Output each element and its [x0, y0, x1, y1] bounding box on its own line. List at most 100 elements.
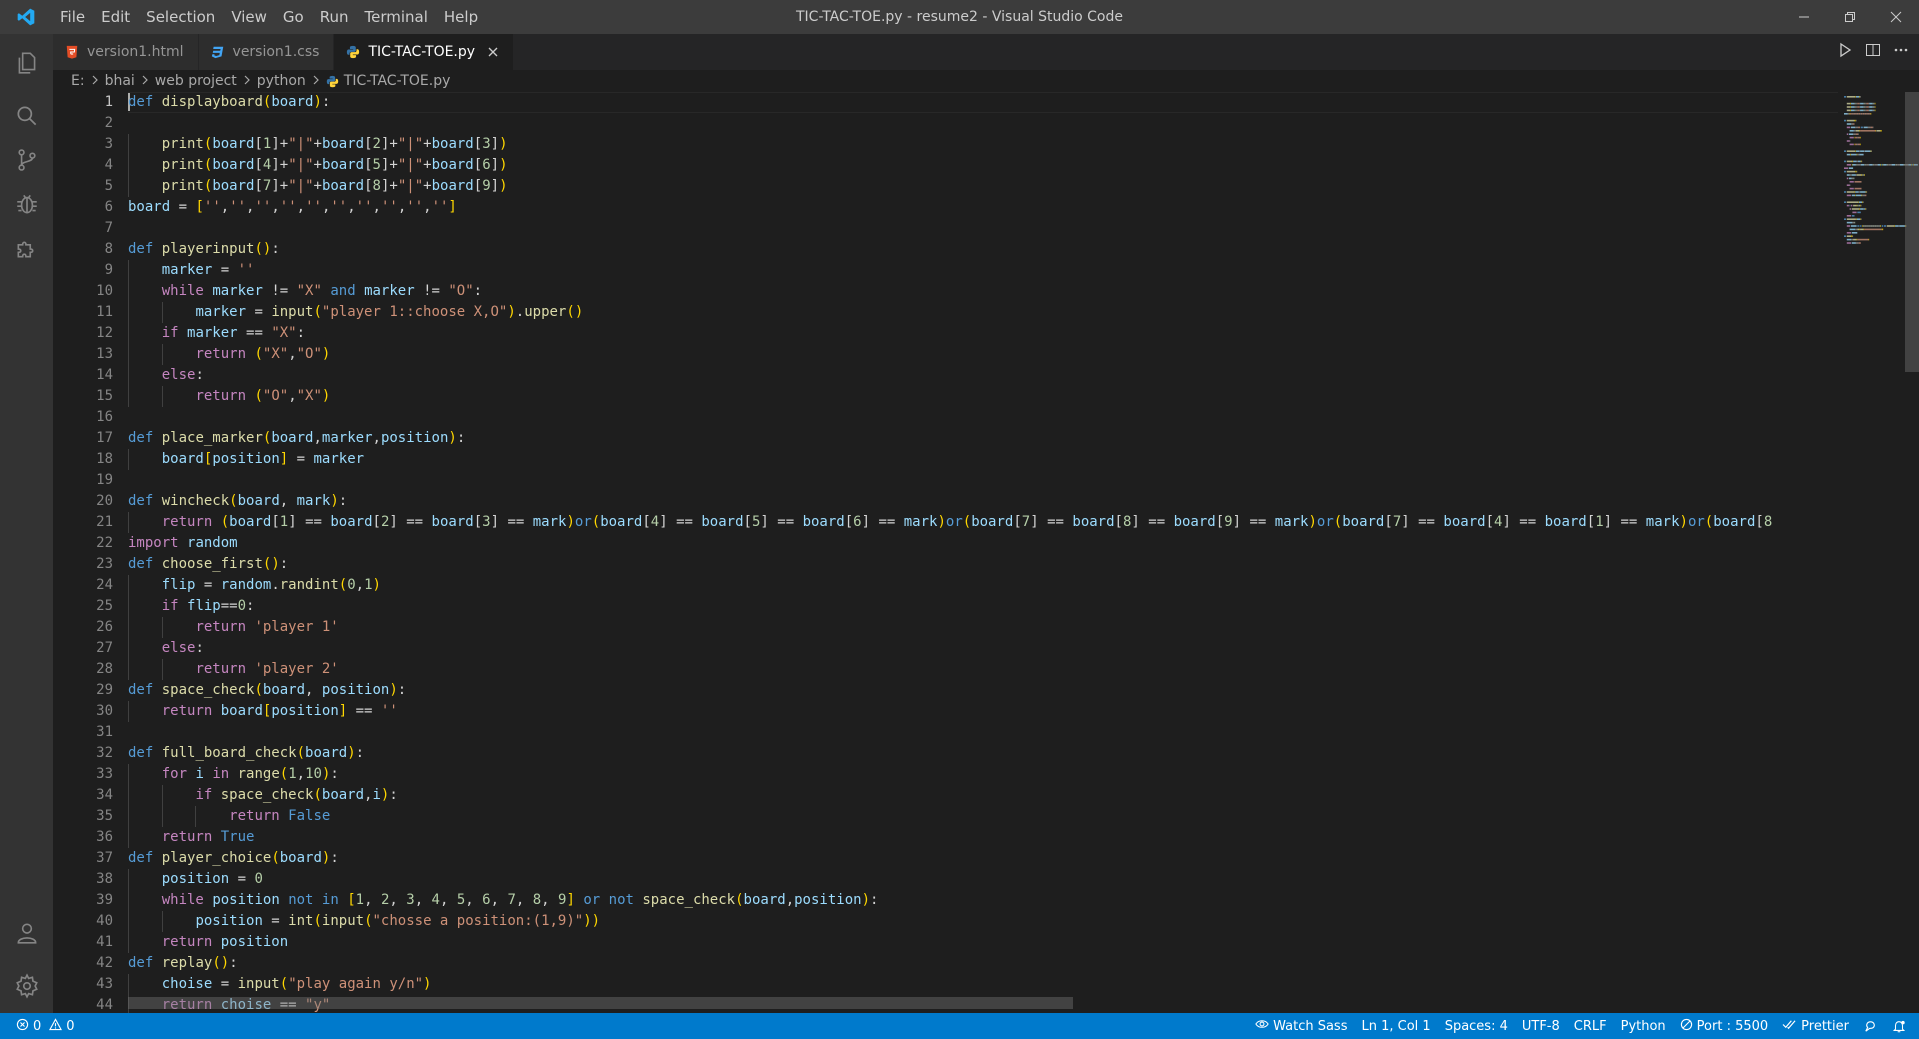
- code-line[interactable]: return 'player 1': [128, 617, 1838, 638]
- menu-item-file[interactable]: File: [52, 0, 93, 34]
- more-actions-icon[interactable]: [1893, 42, 1909, 62]
- code-line[interactable]: def wincheck(board, mark):: [128, 491, 1838, 512]
- code-line[interactable]: while position not in [1, 2, 3, 4, 5, 6,…: [128, 890, 1838, 911]
- code-line[interactable]: board = ['','','','','','','','','','']: [128, 197, 1838, 218]
- indentation-status[interactable]: Spaces: 4: [1438, 1019, 1515, 1034]
- code-line[interactable]: return ("O","X"): [128, 386, 1838, 407]
- eol-status[interactable]: CRLF: [1567, 1019, 1614, 1034]
- cursor-position[interactable]: Ln 1, Col 1: [1354, 1019, 1437, 1034]
- tab-version1-css[interactable]: version1.css: [198, 34, 335, 70]
- code-line[interactable]: marker = '': [128, 260, 1838, 281]
- horizontal-scrollbar[interactable]: [128, 997, 1073, 1009]
- code-line[interactable]: marker = input("player 1::choose X,O").u…: [128, 302, 1838, 323]
- code-line[interactable]: print(board[1]+"|"+board[2]+"|"+board[3]…: [128, 134, 1838, 155]
- minimap-mark: [1860, 204, 1862, 207]
- code-line[interactable]: return board[position] == '': [128, 701, 1838, 722]
- menu-item-go[interactable]: Go: [275, 0, 312, 34]
- code-token: [: [364, 136, 373, 152]
- menu-item-help[interactable]: Help: [436, 0, 486, 34]
- code-line[interactable]: return (board[1] == board[2] == board[3]…: [128, 512, 1838, 533]
- code-line[interactable]: def place_marker(board,marker,position):: [128, 428, 1838, 449]
- line-number: 30: [96, 703, 113, 719]
- menu-item-edit[interactable]: Edit: [93, 0, 138, 34]
- minimize-icon[interactable]: [1781, 0, 1827, 34]
- minimap-mark: [1865, 150, 1871, 152]
- code-line[interactable]: choise = input("play again y/n"): [128, 974, 1838, 995]
- code-line[interactable]: if space_check(board,i):: [128, 785, 1838, 806]
- code-line[interactable]: [128, 407, 1838, 428]
- code-line[interactable]: return ("X","O"): [128, 344, 1838, 365]
- minimap-mark: [1869, 225, 1870, 227]
- code-token: (: [271, 850, 280, 866]
- breadcrumb-item[interactable]: E:: [71, 73, 85, 89]
- code-line[interactable]: position = 0: [128, 869, 1838, 890]
- code-line[interactable]: [128, 113, 1838, 134]
- watch-sass-button[interactable]: Watch Sass: [1248, 1017, 1354, 1035]
- menu-item-run[interactable]: Run: [312, 0, 357, 34]
- code-line[interactable]: flip = random.randint(0,1): [128, 575, 1838, 596]
- problems-status[interactable]: 0 0: [0, 1017, 82, 1035]
- code-line[interactable]: return True: [128, 827, 1838, 848]
- prettier-status[interactable]: Prettier: [1775, 1018, 1856, 1035]
- code-token: 3: [406, 892, 415, 908]
- code-area[interactable]: def displayboard(board): print(board[1]+…: [128, 92, 1838, 1013]
- code-line[interactable]: [128, 470, 1838, 491]
- feedback-icon[interactable]: [1856, 1019, 1885, 1034]
- settings-gear-icon[interactable]: [0, 959, 53, 1012]
- explorer-icon[interactable]: [0, 36, 53, 89]
- live-server-port[interactable]: Port : 5500: [1673, 1018, 1776, 1035]
- code-line[interactable]: return 'player 2': [128, 659, 1838, 680]
- code-line[interactable]: def replay():: [128, 953, 1838, 974]
- minimap-mark: [1851, 153, 1857, 156]
- code-line[interactable]: if flip==0:: [128, 596, 1838, 617]
- split-editor-icon[interactable]: [1865, 42, 1881, 62]
- code-line[interactable]: [128, 218, 1838, 239]
- code-line[interactable]: print(board[4]+"|"+board[5]+"|"+board[6]…: [128, 155, 1838, 176]
- minimap-mark: [1846, 174, 1850, 176]
- code-line[interactable]: def space_check(board, position):: [128, 680, 1838, 701]
- vertical-scrollbar[interactable]: [1905, 92, 1919, 372]
- code-line[interactable]: [128, 722, 1838, 743]
- accounts-icon[interactable]: [0, 906, 53, 959]
- close-window-icon[interactable]: [1873, 0, 1919, 34]
- menu-item-terminal[interactable]: Terminal: [357, 0, 436, 34]
- code-line[interactable]: def displayboard(board):: [128, 92, 1838, 113]
- code-token: board: [743, 892, 786, 908]
- code-line[interactable]: while marker != "X" and marker != "O":: [128, 281, 1838, 302]
- code-line[interactable]: def choose_first():: [128, 554, 1838, 575]
- minimap-mark: [1853, 204, 1857, 207]
- language-mode[interactable]: Python: [1614, 1019, 1673, 1034]
- code-line[interactable]: else:: [128, 365, 1838, 386]
- code-line[interactable]: def playerinput():: [128, 239, 1838, 260]
- code-line[interactable]: return position: [128, 932, 1838, 953]
- code-line[interactable]: import random: [128, 533, 1838, 554]
- code-line[interactable]: print(board[7]+"|"+board[8]+"|"+board[9]…: [128, 176, 1838, 197]
- tab-version1-html[interactable]: version1.html: [53, 34, 199, 70]
- vscode-logo-icon[interactable]: [0, 0, 52, 34]
- code-line[interactable]: def full_board_check(board):: [128, 743, 1838, 764]
- breadcrumb-item[interactable]: web project: [155, 73, 237, 89]
- extensions-icon[interactable]: [0, 221, 53, 274]
- restore-icon[interactable]: [1827, 0, 1873, 34]
- breadcrumb-item[interactable]: TIC-TAC-TOE.py: [344, 73, 451, 89]
- code-line[interactable]: return False: [128, 806, 1838, 827]
- minimap-mark: [1856, 164, 1858, 166]
- code-line[interactable]: board[position] = marker: [128, 449, 1838, 470]
- minimap-mark: [1887, 164, 1889, 166]
- encoding-status[interactable]: UTF-8: [1515, 1019, 1567, 1034]
- menu-item-view[interactable]: View: [223, 0, 275, 34]
- breadcrumb-item[interactable]: bhai: [105, 73, 135, 89]
- code-line[interactable]: position = int(input("chosse a position:…: [128, 911, 1838, 932]
- code-line[interactable]: if marker == "X":: [128, 323, 1838, 344]
- code-line[interactable]: def player_choice(board):: [128, 848, 1838, 869]
- run-play-icon[interactable]: [1837, 42, 1853, 62]
- code-line[interactable]: else:: [128, 638, 1838, 659]
- code-editor[interactable]: 1 2 3 4 5 6 7 8 9 10 11 12 13 14 15 16 17 18 19 20 21 22 23 24 2…: [53, 92, 1919, 1013]
- breadcrumb-item[interactable]: python: [257, 73, 306, 89]
- close-tab-icon[interactable]: [487, 43, 499, 62]
- menu-item-selection[interactable]: Selection: [138, 0, 223, 34]
- code-line[interactable]: for i in range(1,10):: [128, 764, 1838, 785]
- notifications-bell-icon[interactable]: [1885, 1019, 1913, 1034]
- tab-tic-tac-toe-py[interactable]: TIC-TAC-TOE.py: [334, 34, 515, 70]
